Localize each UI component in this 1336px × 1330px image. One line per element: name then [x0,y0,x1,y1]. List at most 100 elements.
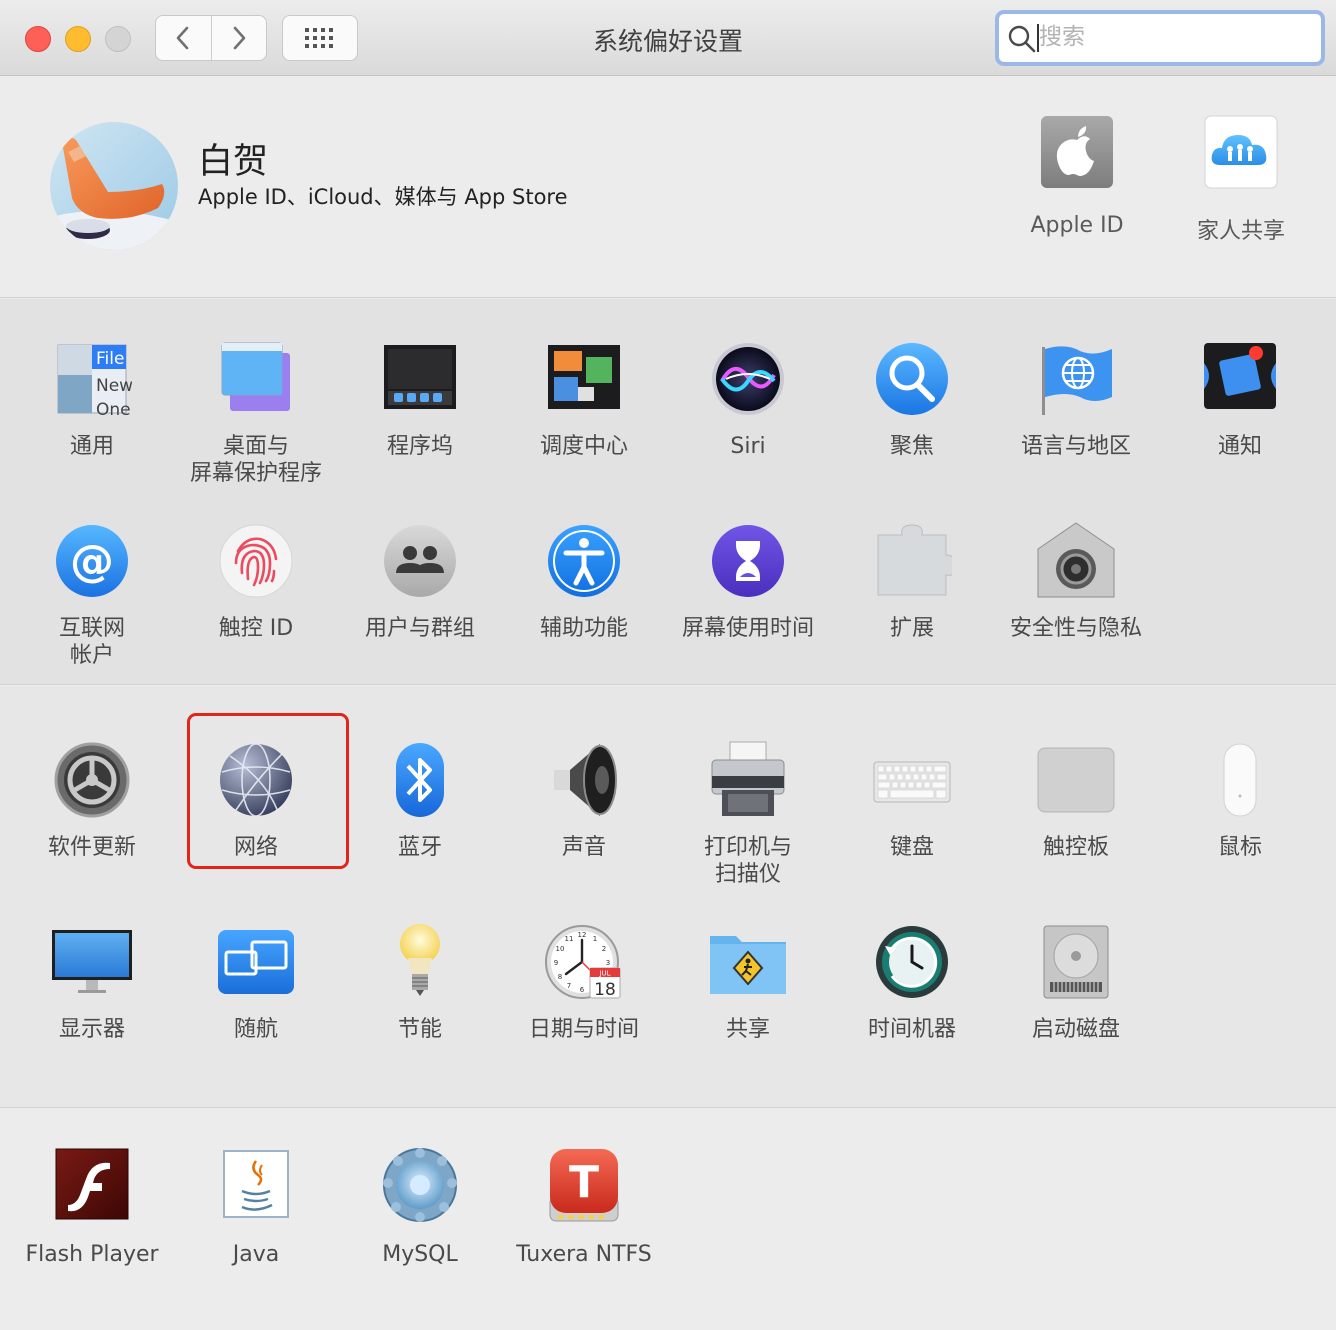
minimize-window-button[interactable] [65,26,91,52]
pref-energy-saver[interactable]: 节能 [338,922,502,1043]
svg-text:3: 3 [606,959,610,967]
zoom-window-button[interactable] [105,26,131,52]
search-icon [1008,25,1036,53]
pref-internet-accounts[interactable]: @ 互联网 帐户 [10,521,174,669]
date-time-icon: 12 6 9 3 1110 12 87 JUL 18 [545,925,621,1000]
pref-label: 通知 [1217,434,1262,459]
touch-id-icon [219,524,293,598]
pref-language-region[interactable]: 语言与地区 [994,339,1158,460]
pref-software-update[interactable]: 软件更新 [10,740,174,861]
pref-sharing[interactable]: 共享 [666,922,830,1043]
pref-label: 桌面与 屏幕保护程序 [189,434,322,486]
pref-bluetooth[interactable]: 蓝牙 [338,740,502,861]
pref-label: 随航 [233,1017,278,1042]
pref-label: 声音 [561,835,606,860]
pref-startup-disk[interactable]: 启动磁盘 [994,922,1158,1043]
svg-text:@: @ [70,536,114,587]
pref-spotlight[interactable]: 聚焦 [830,339,994,460]
pref-label: 通用 [69,434,114,459]
date-month-glyph: JUL [598,970,610,978]
pref-label: 打印机与 扫描仪 [703,835,792,887]
pref-label: 时间机器 [867,1017,956,1042]
pref-mouse[interactable]: 鼠标 [1158,740,1322,861]
pref-mission-control[interactable]: 调度中心 [502,339,666,460]
tuxera-letter-glyph: T [569,1157,599,1208]
grid-icon [305,28,333,48]
pref-family-sharing[interactable]: 家人共享 [1166,115,1316,245]
pref-label: 软件更新 [47,835,136,860]
pref-displays[interactable]: 显示器 [10,922,174,1043]
pref-sidecar[interactable]: 随航 [174,922,338,1043]
hardware-prefs-section: 软件更新 网络 蓝牙 声音 打印机与 扫描仪 键盘 触控板 鼠标 显示器 随航 … [0,686,1336,1108]
window-title: 系统偏好设置 [592,27,743,56]
pref-label: Siri [730,434,766,459]
pref-keyboard[interactable]: 键盘 [830,740,994,861]
user-avatar[interactable] [50,122,178,250]
user-name: 白贺 [198,142,269,182]
general-icon-new: New [96,376,132,396]
show-all-button[interactable] [282,15,358,61]
pref-label: 扩展 [889,616,934,641]
pref-dock[interactable]: 程序坞 [338,339,502,460]
chevron-left-icon [176,26,189,50]
pref-security-privacy[interactable]: 安全性与隐私 [994,521,1158,642]
printers-scanners-icon [711,741,785,816]
avatar-image-icon [50,122,178,250]
forward-button[interactable] [210,16,267,60]
pref-sound[interactable]: 声音 [502,740,666,861]
svg-text:7: 7 [567,982,571,990]
flash-player-icon [55,1148,129,1220]
pref-screen-time[interactable]: 屏幕使用时间 [666,521,830,642]
personal-prefs-section: File New One 通用 桌面与 屏幕保护程序 程序坞 调度中心 Siri… [0,299,1336,685]
users-groups-icon [384,525,456,597]
family-sharing-icon [1204,115,1278,189]
pref-notifications[interactable]: 通知 [1158,339,1322,460]
pref-trackpad[interactable]: 触控板 [994,740,1158,861]
accessibility-icon [548,525,620,597]
siri-icon [712,343,784,415]
pref-network[interactable]: 网络 [174,740,338,861]
pref-flash-player[interactable]: Flash Player [10,1147,174,1268]
back-button[interactable] [156,16,211,60]
search-field[interactable] [995,10,1325,66]
pref-desktop-screensaver[interactable]: 桌面与 屏幕保护程序 [174,339,338,487]
language-region-icon [1042,346,1112,415]
pref-accessibility[interactable]: 辅助功能 [502,521,666,642]
security-privacy-icon [1037,522,1115,598]
pref-extensions[interactable]: 扩展 [830,521,994,642]
account-header: 白贺 Apple ID、iCloud、媒体与 App Store Apple I… [0,77,1336,298]
pref-label: 互联网 帐户 [58,616,125,668]
pref-general[interactable]: File New One 通用 [10,339,174,460]
pref-label: 聚焦 [889,434,934,459]
pref-touch-id[interactable]: 触控 ID [174,521,338,642]
search-input[interactable] [1039,20,1309,54]
pref-label: 启动磁盘 [1031,1017,1120,1042]
pref-siri[interactable]: Siri [666,339,830,460]
pref-tuxera-ntfs[interactable]: T Tuxera NTFS [502,1147,666,1268]
pref-label: 节能 [397,1017,442,1042]
date-day-glyph: 18 [594,980,616,1000]
pref-label: 键盘 [889,835,934,860]
pref-mysql[interactable]: MySQL [338,1147,502,1268]
network-icon [220,743,292,817]
software-update-icon [54,742,130,818]
pref-java[interactable]: Java [174,1147,338,1268]
tuxera-ntfs-icon: T [549,1149,619,1222]
pref-date-time[interactable]: 12 6 9 3 11 10 1 2 87 JUL 18 日期与时间 [502,922,666,1043]
pref-apple-id[interactable]: Apple ID [1002,115,1152,238]
pref-label: 屏幕使用时间 [681,616,814,641]
svg-text:8: 8 [558,973,562,981]
mouse-icon [1223,743,1257,817]
pref-users-groups[interactable]: 用户与群组 [338,521,502,642]
pref-time-machine[interactable]: 时间机器 [830,922,994,1043]
general-icon-file: File [96,349,124,369]
pref-label: 调度中心 [539,434,628,459]
java-icon [223,1150,289,1218]
close-window-button[interactable] [25,26,51,52]
screen-time-icon [712,525,784,597]
pref-label: Tuxera NTFS [516,1242,652,1267]
sound-icon [554,744,617,816]
pref-label: 蓝牙 [397,835,442,860]
keyboard-icon [873,761,951,803]
pref-printers-scanners[interactable]: 打印机与 扫描仪 [666,740,830,888]
